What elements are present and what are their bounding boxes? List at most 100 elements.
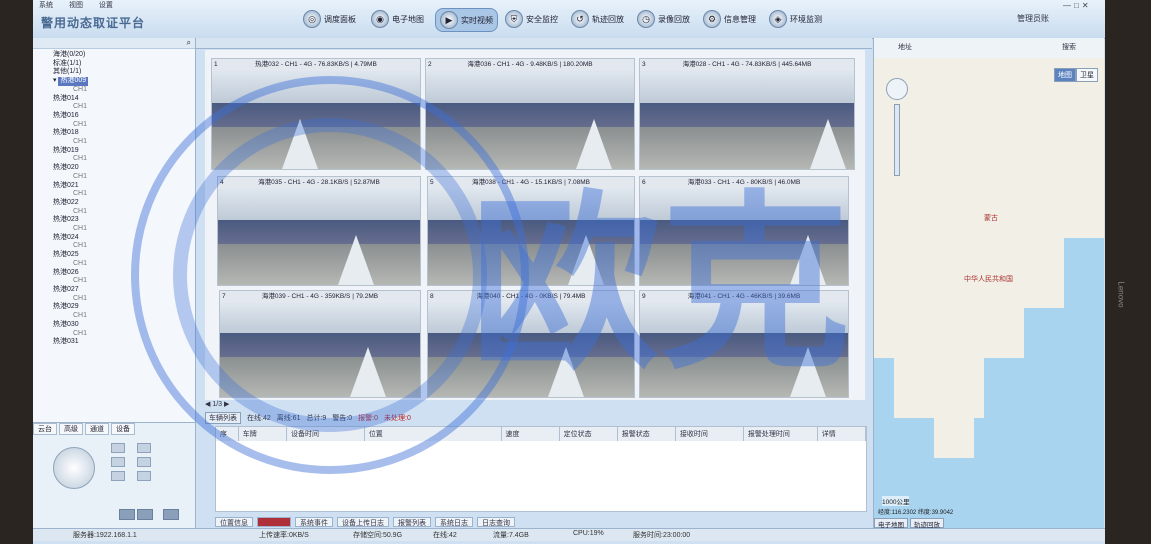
tree-channel[interactable]: CH1 [53, 155, 195, 164]
tree-node[interactable]: 热港024 [53, 234, 195, 243]
col-detail[interactable]: 详情 [818, 427, 866, 441]
col-location[interactable]: 位置 [365, 427, 502, 441]
ptz-iris-button[interactable] [111, 471, 125, 481]
tree-node[interactable]: 热港014 [53, 95, 195, 104]
tree-node[interactable]: 热港027 [53, 286, 195, 295]
col-index[interactable]: 序 [216, 427, 239, 441]
tree-node[interactable]: 热港016 [53, 112, 195, 121]
col-speed[interactable]: 速度 [502, 427, 560, 441]
video-tile[interactable]: 海港040 - CH1 - 4G - 0KB/S | 79.4MB 8 [427, 290, 635, 398]
ptz-zoom-in-button[interactable] [111, 443, 125, 453]
video-tile[interactable]: 海港039 - CH1 - 4G - 359KB/S | 79.2MB 7 [219, 290, 421, 398]
tree-channel[interactable]: CH1 [53, 242, 195, 251]
tree-node[interactable]: 热港031 [53, 338, 195, 347]
ptz-joystick[interactable] [53, 447, 95, 489]
ptz-zoom-out-button[interactable] [137, 443, 151, 453]
video-tile[interactable]: 海港035 - CH1 - 4G - 28.1KB/S | 52.87MB 4 [217, 176, 421, 286]
vehicle-table-body [215, 441, 867, 512]
video-tile[interactable]: 海港041 - CH1 - 4G - 46KB/S | 39.6MB 9 [639, 290, 849, 398]
tree-channel[interactable]: CH1 [53, 312, 195, 321]
tree-node[interactable]: 热港029 [53, 303, 195, 312]
nav-dashboard[interactable]: ◎ 调度面板 [303, 8, 356, 30]
col-receive-time[interactable]: 接收时间 [676, 427, 744, 441]
tab-upload-log[interactable]: 设备上传日志 [337, 517, 389, 527]
tab-map[interactable]: 电子地图 [874, 518, 908, 528]
tree-node[interactable]: 热港023 [53, 216, 195, 225]
menu-item-view[interactable]: 视图 [69, 2, 83, 9]
tree-channel[interactable]: CH1 [53, 173, 195, 182]
tree-group[interactable]: 其他(1/1) [53, 68, 195, 77]
tree-channel[interactable]: CH1 [53, 190, 195, 199]
tree-group[interactable]: 海港(0/20) [53, 51, 195, 60]
tab-system-log[interactable]: 系统日志 [435, 517, 473, 527]
video-tile[interactable]: 海港036 - CH1 - 4G - 9.48KB/S | 180.20MB 2 [425, 58, 635, 170]
tree-node[interactable]: 热港025 [53, 251, 195, 260]
map-zoom-slider[interactable] [894, 104, 900, 176]
video-tile-index: 3 [642, 61, 646, 68]
nav-security[interactable]: ⛨ 安全监控 [505, 8, 558, 30]
map-type-satellite[interactable]: 卫星 [1076, 68, 1098, 82]
tree-channel[interactable]: CH1 [53, 138, 195, 147]
tree-channel[interactable]: CH1 [53, 225, 195, 234]
nav-track[interactable]: ↺ 轨迹回放 [571, 8, 624, 30]
vehicle-list-button[interactable]: 车辆列表 [205, 412, 241, 424]
tree-node[interactable]: 热港019 [53, 147, 195, 156]
nav-video[interactable]: ▶ 实时视频 [435, 8, 498, 32]
nav-env[interactable]: ◈ 环境监测 [769, 8, 822, 30]
tab-location-info[interactable]: 位置信息 [215, 517, 253, 527]
video-tile[interactable]: 海港028 - CH1 - 4G - 74.83KB/S | 445.64MB … [639, 58, 855, 170]
ptz-focus-button[interactable] [111, 457, 125, 467]
map-type-map[interactable]: 地图 [1054, 68, 1076, 82]
ptz-preset-button[interactable] [119, 509, 135, 520]
col-handle-time[interactable]: 报警处理时间 [744, 427, 818, 441]
current-user[interactable]: 管理员账 [1017, 13, 1049, 24]
tree-node[interactable]: 热港022 [53, 199, 195, 208]
map-pan-control[interactable] [886, 78, 908, 100]
col-alarm-status[interactable]: 报警状态 [618, 427, 676, 441]
tree-node[interactable]: 热港030 [53, 321, 195, 330]
video-tile[interactable]: 海港038 - CH1 - 4G - 15.1KB/S | 7.08MB 5 [427, 176, 635, 286]
tab-alarm-list[interactable]: 报警列表 [393, 517, 431, 527]
map-search-button[interactable]: 搜索 [1062, 42, 1076, 52]
tree-channel[interactable]: CH1 [53, 330, 195, 339]
tree-node[interactable]: 热港018 [53, 129, 195, 138]
tree-node[interactable]: ▾ 热港009 [53, 77, 195, 86]
tab-advanced[interactable]: 高级 [59, 423, 83, 435]
tree-channel[interactable]: CH1 [53, 277, 195, 286]
video-tile-index: 2 [428, 61, 432, 68]
tree-node-selected[interactable]: 热港009 [58, 77, 89, 86]
tree-node[interactable]: 热港021 [53, 182, 195, 191]
map-panel[interactable]: 地址 搜索 蒙古 中华人民共和国 地图 卫星 1000公里 经度:116.230… [873, 38, 1104, 528]
tree-channel[interactable]: CH1 [53, 103, 195, 112]
col-device-time[interactable]: 设备时间 [287, 427, 365, 441]
video-tile[interactable]: 热港032 - CH1 - 4G - 76.83KB/S | 4.79MB 1 [211, 58, 421, 170]
ptz-iris-close-button[interactable] [137, 471, 151, 481]
ptz-record-button[interactable] [137, 509, 153, 520]
video-tile[interactable]: 海港033 - CH1 - 4G - 80KB/S | 46.0MB 6 [639, 176, 849, 286]
tab-ptz[interactable]: 云台 [33, 423, 57, 435]
tab-system-events[interactable]: 系统事件 [295, 517, 333, 527]
menu-item-settings[interactable]: 设置 [99, 2, 113, 9]
menu-item-system[interactable]: 系统 [39, 2, 53, 9]
tree-node[interactable]: 热港020 [53, 164, 195, 173]
map-address-label[interactable]: 地址 [898, 42, 912, 52]
nav-map[interactable]: ◉ 电子地图 [371, 8, 424, 30]
ptz-focus-far-button[interactable] [137, 457, 151, 467]
tab-map-track[interactable]: 轨迹回放 [910, 518, 944, 528]
col-plate[interactable]: 车牌 [239, 427, 288, 441]
tab-channel[interactable]: 通道 [85, 423, 109, 435]
tree-channel[interactable]: CH1 [53, 260, 195, 269]
tab-log-query[interactable]: 日志查询 [477, 517, 515, 527]
tab-alarm[interactable] [257, 517, 291, 527]
search-icon[interactable]: ⌕ [187, 38, 191, 48]
nav-info[interactable]: ⚙ 信息管理 [703, 8, 756, 30]
offline-count: 离线:61 [276, 415, 301, 422]
nav-playback[interactable]: ◷ 录像回放 [637, 8, 690, 30]
tab-device[interactable]: 设备 [111, 423, 135, 435]
video-pager[interactable]: ◀ 1/3 ▶ [205, 400, 865, 410]
col-gps-status[interactable]: 定位状态 [560, 427, 618, 441]
window-controls[interactable]: —□✕ [1063, 1, 1092, 10]
tree-channel[interactable]: CH1 [53, 86, 195, 95]
tree-node[interactable]: 热港026 [53, 269, 195, 278]
ptz-eye-button[interactable] [163, 509, 179, 520]
